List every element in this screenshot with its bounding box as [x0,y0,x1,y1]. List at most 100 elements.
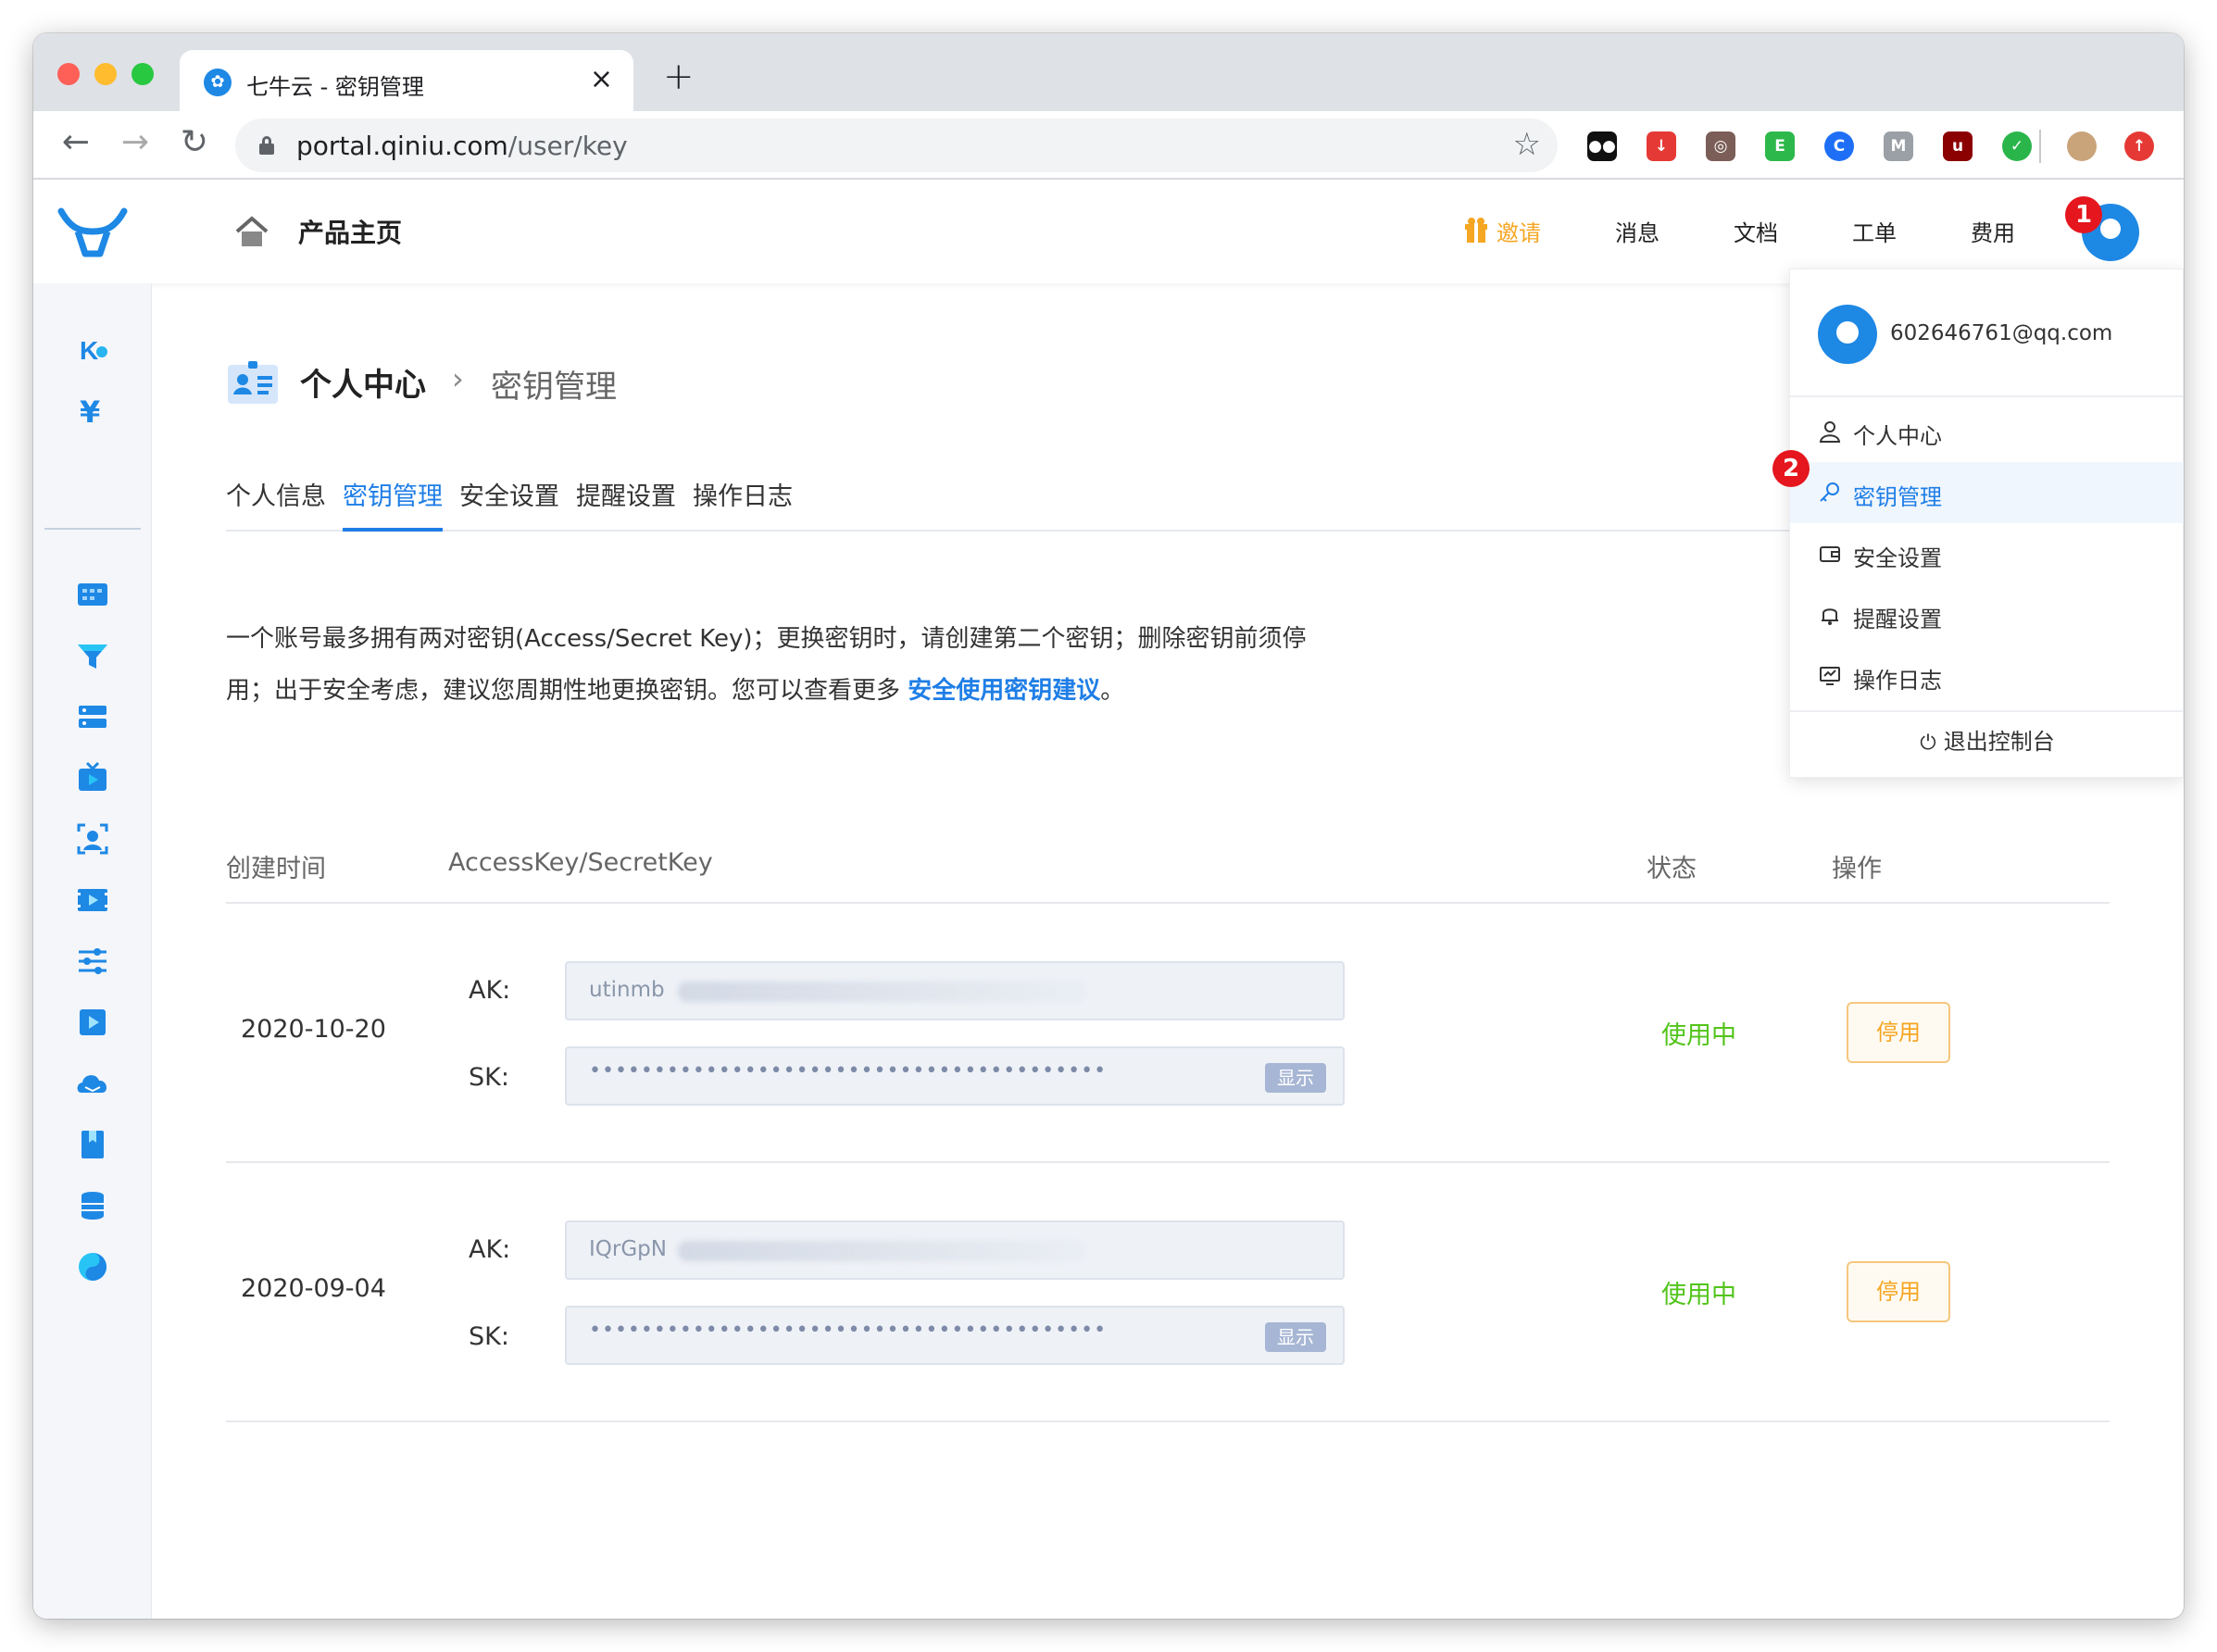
description-line-1: 一个账号最多拥有两对密钥(Access/Secret Key)；更换密钥时，请创… [226,625,1307,653]
user-email: 602646761@qq.com [1890,321,2113,345]
breadcrumb-parent[interactable]: 个人中心 [300,359,426,405]
qiniu-logo-icon[interactable] [57,204,128,259]
video-processing-icon[interactable] [74,882,111,919]
menu-item-security[interactable]: 安全设置 [1790,523,2184,584]
bell-icon [1822,608,1838,625]
tab-title: 七牛云 - 密钥管理 [246,74,424,100]
key-security-advice-link[interactable]: 安全使用密钥建议 [908,677,1100,705]
live-tv-icon[interactable] [74,759,111,796]
settings-sliders-icon[interactable] [74,943,111,980]
media-play-icon[interactable] [74,1004,111,1041]
home-icon[interactable] [233,215,270,248]
access-key-blur [678,1241,1085,1261]
maximize-window-button[interactable] [132,63,154,85]
secret-key-masked: •••••••••••••••••••••••••••••••••••••••• [589,1059,1108,1083]
ak-label: AK: [469,976,511,1005]
tab-personal-info[interactable]: 个人信息 [226,476,326,532]
cdn-grid-icon[interactable] [74,576,111,613]
tab-key-management[interactable]: 密钥管理 [343,476,443,532]
tab-operation-log[interactable]: 操作日志 [693,476,793,532]
status-badge: 使用中 [1661,1021,1736,1050]
access-key-field[interactable]: utinmb [565,961,1345,1020]
log-icon [1820,667,1840,685]
show-secret-button[interactable]: 显示 [1265,1063,1326,1093]
menu-item-personal-center[interactable]: 个人中心 [1790,401,2184,462]
key-icon [1820,482,1839,502]
access-key-value: IQrGpN [589,1237,667,1261]
row-divider [226,1161,2110,1163]
disable-key-button[interactable]: 停用 [1847,1002,1950,1063]
column-created: 创建时间 [226,855,326,883]
sk-label: SK: [469,1322,509,1351]
user-dropdown-menu: 602646761@qq.com 个人中心 密钥管理 安全设置 提醒设置 操作日… [1789,269,2184,778]
new-tab-button[interactable]: + [663,56,695,98]
extension-8-icon[interactable]: ✓ [2002,131,2032,161]
extension-1-icon[interactable]: ●● [1587,131,1617,161]
cloud-mail-icon[interactable] [74,1065,111,1102]
step-badge-2: 2 [1772,450,1810,487]
secret-key-field[interactable]: ••••••••••••••••••••••••••••••••••••••••… [565,1306,1345,1365]
messages-link[interactable]: 消息 [1615,215,1660,247]
extension-6-icon[interactable]: M [1884,131,1913,161]
billing-link[interactable]: 费用 [1971,215,2015,247]
pricing-icon[interactable]: ¥ [74,393,111,430]
tab-security[interactable]: 安全设置 [459,476,559,532]
filter-icon[interactable] [74,637,111,674]
tab-reminders[interactable]: 提醒设置 [576,476,676,532]
show-secret-button[interactable]: 显示 [1265,1322,1326,1352]
description-line-2: 用；出于安全考虑，建议您周期性地更换密钥。您可以查看更多 安全使用密钥建议。 [226,677,1125,705]
home-link[interactable]: 产品主页 [298,213,402,250]
browser-tab-bar: ✿ 七牛云 - 密钥管理 × + [33,33,2184,111]
gift-icon [1465,218,1487,243]
sidebar-divider [44,528,141,530]
created-date: 2020-10-20 [241,1015,386,1044]
access-key-value: utinmb [589,978,665,1002]
user-icon [1819,421,1841,443]
database-icon[interactable] [74,1187,111,1224]
face-recognition-icon[interactable] [74,820,111,857]
extension-5-icon[interactable]: C [1824,131,1854,161]
logout-button[interactable]: ⏻ 退出控制台 [1790,723,2184,766]
disable-key-button[interactable]: 停用 [1847,1261,1950,1322]
menu-item-key-management[interactable]: 密钥管理 [1790,462,2184,523]
browser-window: ✿ 七牛云 - 密钥管理 × + ← → ↻ portal.qiniu.com/… [33,33,2184,1619]
invite-link[interactable]: 邀请 [1497,215,1541,247]
extension-3-icon[interactable]: ◎ [1706,131,1735,161]
column-action: 操作 [1832,855,1882,883]
ak-label: AK: [469,1235,511,1264]
power-icon: ⏻ [1920,732,1936,755]
qiniu-favicon-icon: ✿ [204,69,232,96]
menu-item-reminders[interactable]: 提醒设置 [1790,584,2184,645]
close-window-button[interactable] [57,63,80,85]
back-arrow-icon[interactable]: ← [56,122,96,163]
forward-arrow-icon[interactable]: → [115,122,156,163]
tab-close-icon[interactable]: × [590,63,613,95]
dropdown-avatar [1818,305,1877,364]
table-header-divider [226,902,2110,904]
secret-key-field[interactable]: ••••••••••••••••••••••••••••••••••••••••… [565,1046,1345,1106]
bookmark-star-icon[interactable]: ☆ [1513,126,1541,163]
bookmark-icon[interactable] [74,1126,111,1163]
browser-tab[interactable]: ✿ 七牛云 - 密钥管理 × [180,50,633,111]
ublock-icon[interactable]: u [1943,131,1973,161]
tickets-link[interactable]: 工单 [1852,215,1897,247]
secret-key-masked: •••••••••••••••••••••••••••••••••••••••• [589,1319,1108,1342]
svg-text:K: K [80,336,98,365]
evernote-icon[interactable]: E [1765,131,1795,161]
status-badge: 使用中 [1661,1281,1736,1309]
profile-avatar-icon[interactable] [2067,131,2097,161]
server-icon[interactable] [74,698,111,735]
reload-icon[interactable]: ↻ [174,122,215,163]
extension-2-icon[interactable]: ↓ [1647,131,1676,161]
dropdown-divider [1790,395,2184,397]
lock-icon [259,136,274,155]
menu-item-operation-log[interactable]: 操作日志 [1790,645,2184,707]
address-bar[interactable]: portal.qiniu.com/user/key ☆ [235,119,1558,172]
update-icon[interactable]: ↑ [2124,131,2154,161]
kodo-icon[interactable]: K [74,332,111,369]
minimize-window-button[interactable] [94,63,117,85]
access-key-field[interactable]: IQrGpN [565,1220,1345,1280]
row-divider [226,1420,2110,1422]
docs-link[interactable]: 文档 [1734,215,1778,247]
ai-circle-icon[interactable] [74,1248,111,1285]
